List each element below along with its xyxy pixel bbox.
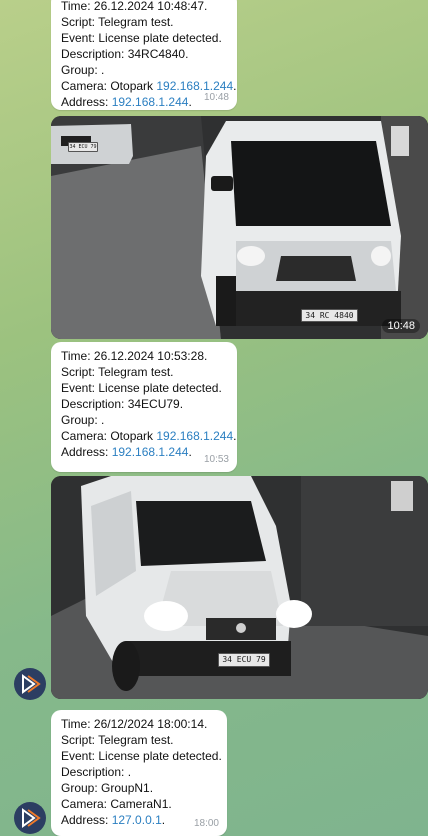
message-line: Script: Telegram test. xyxy=(61,733,174,747)
bot-avatar[interactable] xyxy=(14,668,46,700)
message-line: Event: License plate detected. xyxy=(61,381,222,395)
photo-time: 10:48 xyxy=(382,319,420,333)
bot-logo-icon xyxy=(22,808,41,828)
message-line: Description: 34ECU79. xyxy=(61,397,184,411)
plate-photo[interactable]: 34 ECU 79 xyxy=(51,476,428,699)
address-line: Address: 192.168.1.244. xyxy=(61,95,192,109)
camera-line: Camera: Otopark 192.168.1.244. xyxy=(61,79,237,93)
message-line: Time: 26/12/2024 18:00:14. xyxy=(61,717,208,731)
address-link[interactable]: 192.168.1.244 xyxy=(112,445,189,459)
address-line: Address: 192.168.1.244. xyxy=(61,445,192,459)
message-line: Group: . xyxy=(61,413,105,427)
message-time: 18:00 xyxy=(193,818,219,829)
address-link[interactable]: 127.0.0.1 xyxy=(112,813,162,827)
message-line: Description: 34RC4840. xyxy=(61,47,189,61)
message-line: Event: License plate detected. xyxy=(61,31,222,45)
address-link[interactable]: 192.168.1.244 xyxy=(112,95,189,109)
plate-photo[interactable]: 34 RC 4840 34 ECU 79 10:48 xyxy=(51,116,428,339)
message-bubble: Time: 26/12/2024 18:00:14. Script: Teleg… xyxy=(51,710,227,836)
message-bubble: Time: 26.12.2024 10:53:28. Script: Teleg… xyxy=(51,342,237,472)
license-plate: 34 ECU 79 xyxy=(218,653,270,667)
license-plate: 34 RC 4840 xyxy=(301,309,358,322)
message-time: 10:53 xyxy=(203,454,229,465)
message-line: Time: 26.12.2024 10:48:47. xyxy=(61,0,208,13)
message-line: Time: 26.12.2024 10:53:28. xyxy=(61,349,208,363)
chat-history: Time: 26.12.2024 10:48:47. Script: Teleg… xyxy=(0,0,428,836)
message-line: Script: Telegram test. xyxy=(61,365,174,379)
message-bubble: Time: 26.12.2024 10:48:47. Script: Teleg… xyxy=(51,0,237,110)
license-plate: 34 ECU 79 xyxy=(68,142,98,152)
message-line: Group: . xyxy=(61,63,105,77)
message-line: Description: . xyxy=(61,765,132,779)
camera-ip-link[interactable]: 192.168.1.244 xyxy=(156,429,233,443)
bot-logo-icon xyxy=(22,674,41,694)
message-time: 10:48 xyxy=(203,92,229,103)
message-line: Event: License plate detected. xyxy=(61,749,222,763)
bot-avatar[interactable] xyxy=(14,802,46,834)
message-line: Script: Telegram test. xyxy=(61,15,174,29)
camera-line: Camera: Otopark 192.168.1.244. xyxy=(61,429,237,443)
message-line: Camera: CameraN1. xyxy=(61,797,172,811)
camera-snapshot xyxy=(51,116,428,339)
message-line: Group: GroupN1. xyxy=(61,781,154,795)
